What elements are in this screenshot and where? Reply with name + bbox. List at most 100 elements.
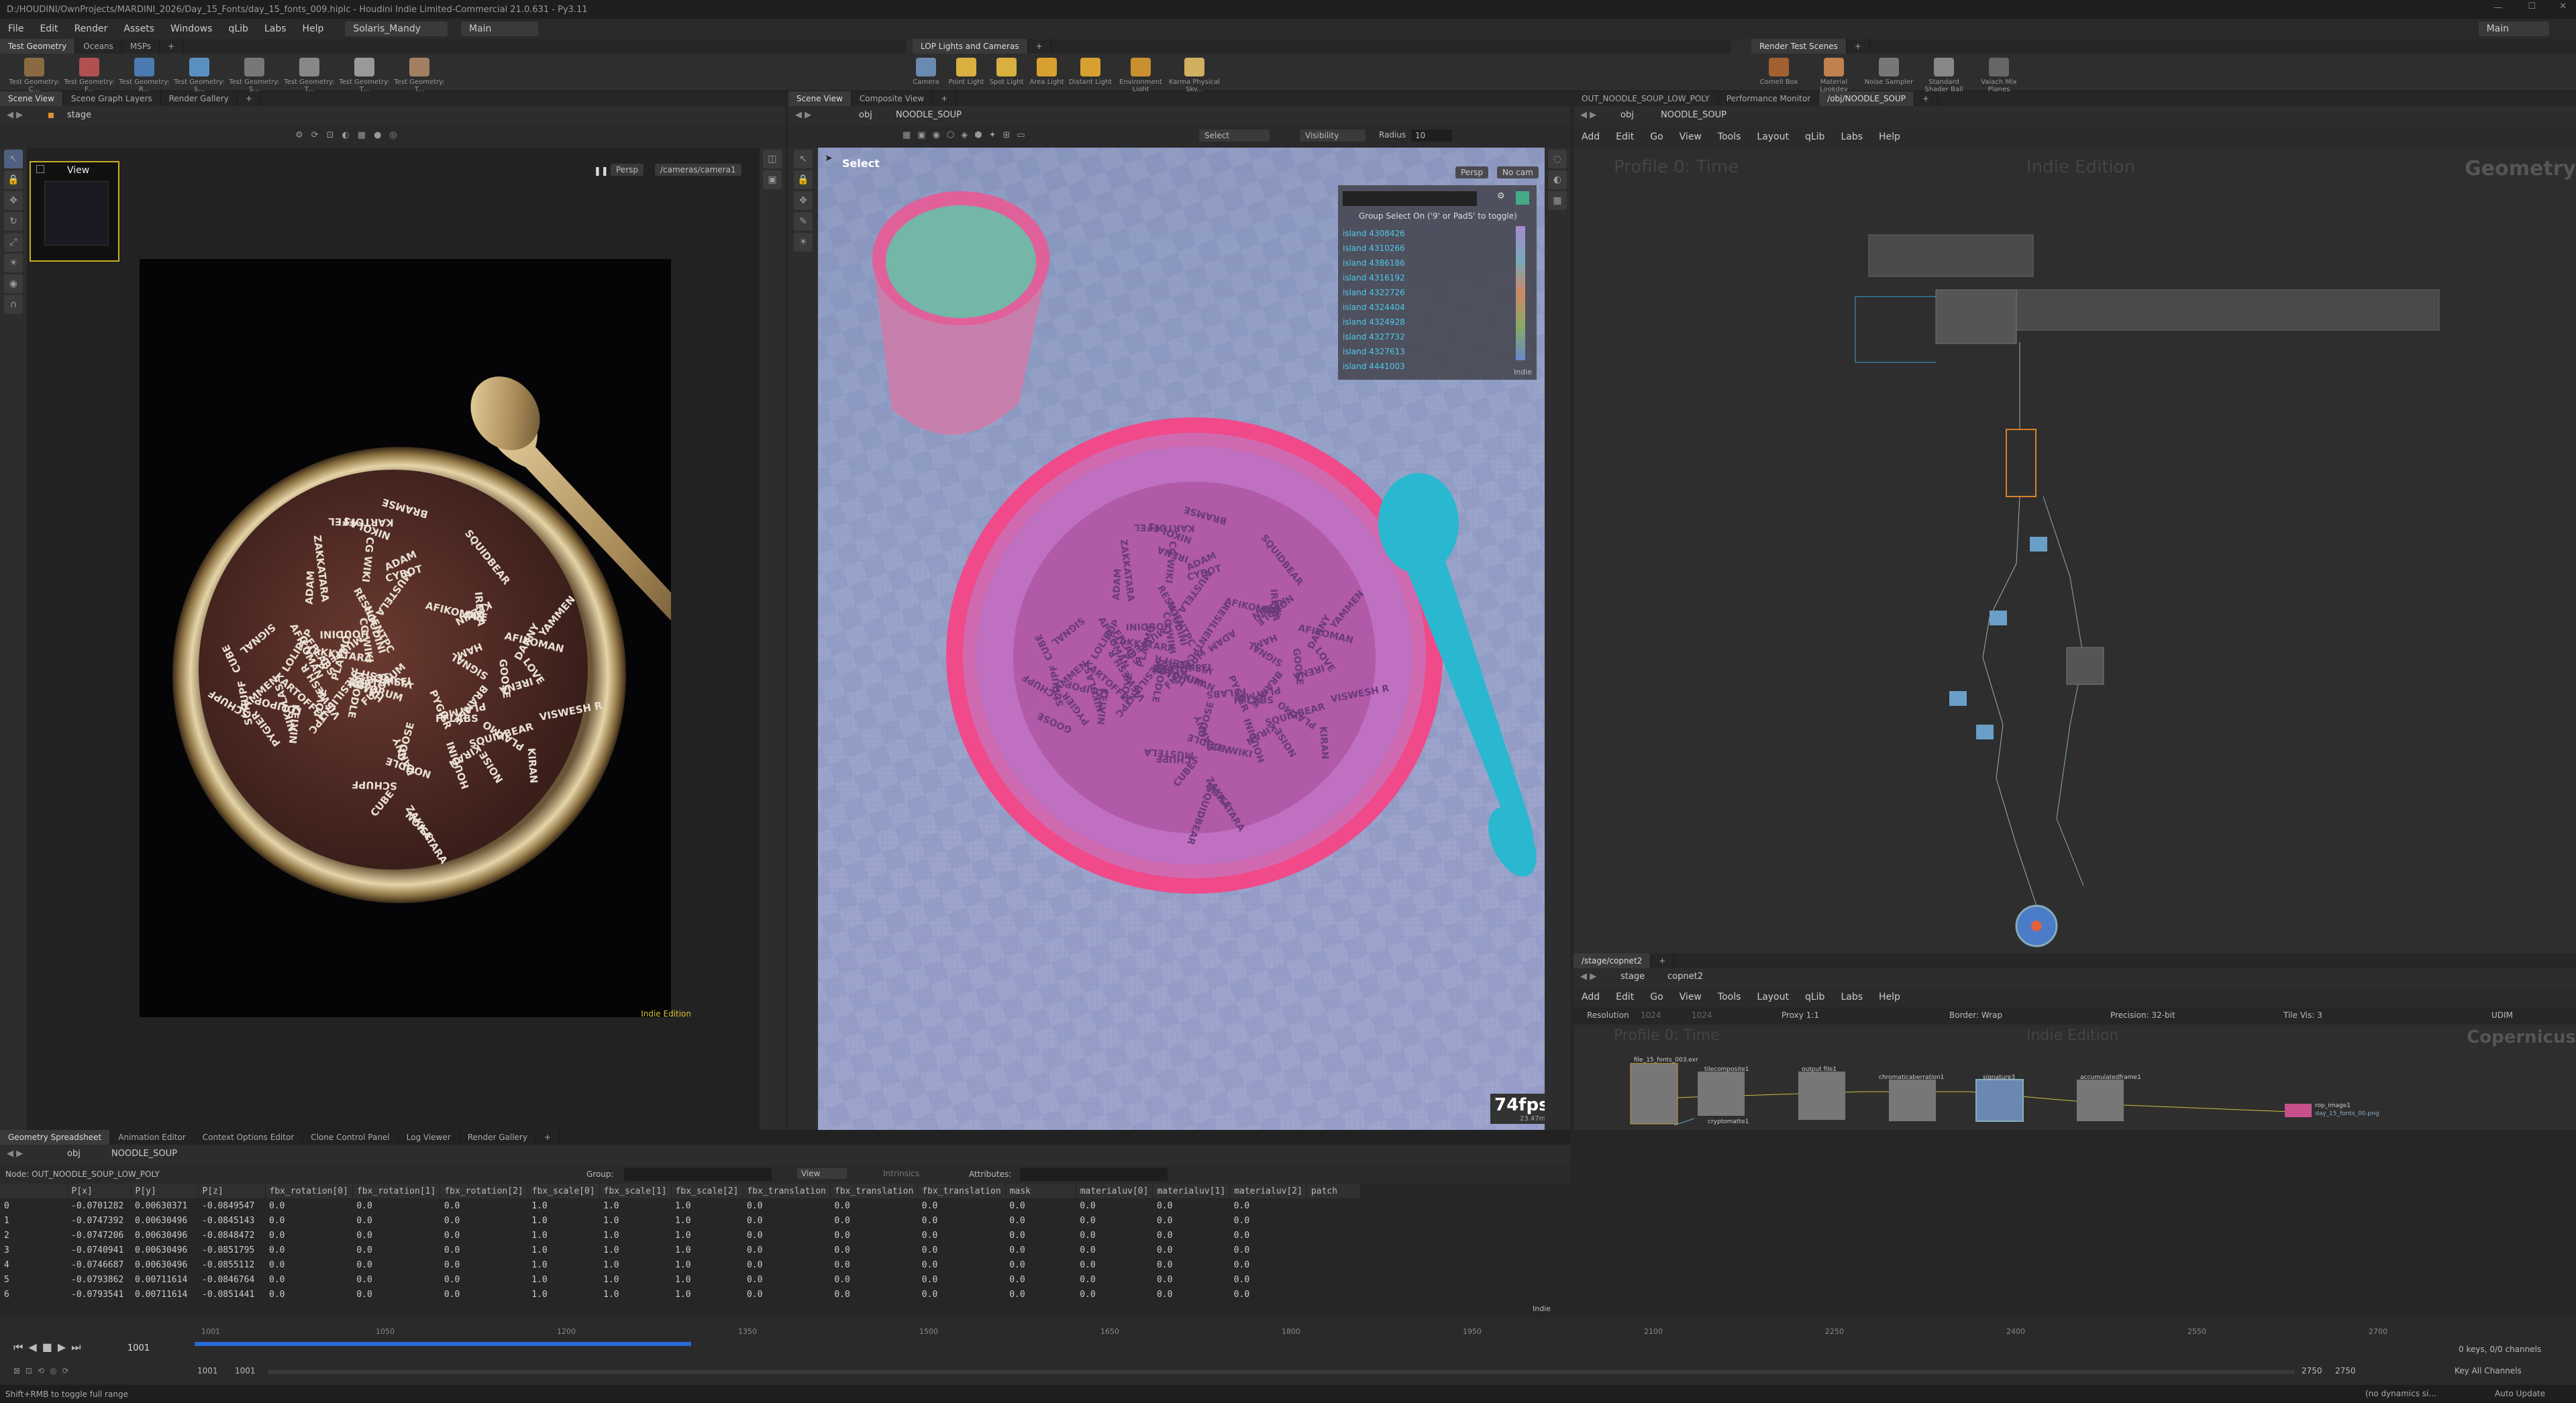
cop-node-cryptomatte[interactable]: cryptomatte1	[1708, 1119, 1749, 1125]
res-height[interactable]: 1024	[1692, 1010, 1712, 1020]
column-header[interactable]: fbx_rotation[2]	[440, 1184, 528, 1198]
island-item[interactable]: island 4324404	[1343, 300, 1513, 315]
cop-canvas[interactable]: Profile 0: Time Indie Edition Copernicus…	[1574, 1025, 2576, 1130]
rb-menu-qlib[interactable]: qLib	[1797, 992, 1833, 1002]
desktop-dropdown[interactable]: Solaris_Mandy	[345, 21, 448, 36]
view-thumbnail[interactable]: View	[30, 161, 119, 262]
rt-menu-edit[interactable]: Edit	[1608, 132, 1642, 142]
shelf-tab-test-geometry[interactable]: Test Geometry	[0, 39, 76, 54]
select-tool-mid-icon[interactable]: ↖	[794, 150, 813, 168]
tool-spot-light[interactable]: Spot Light	[986, 55, 1027, 93]
playback-buttons-icon[interactable]: ⏮◀■▶⏭	[13, 1341, 87, 1354]
ss-group-field[interactable]	[624, 1167, 772, 1181]
shelf-tab-msps[interactable]: MSPs	[122, 39, 160, 54]
maximize-icon[interactable]: ☐	[2528, 1, 2536, 11]
nocam-dropdown[interactable]: No cam	[1497, 166, 1539, 178]
tool-test-geo-r[interactable]: Test Geometry: R...	[117, 55, 172, 93]
current-frame[interactable]: 1001	[127, 1343, 150, 1353]
column-header[interactable]: mask	[1005, 1184, 1076, 1198]
auto-update[interactable]: Auto Update	[2495, 1389, 2545, 1398]
rt-menu-qlib[interactable]: qLib	[1797, 132, 1833, 142]
column-header[interactable]: fbx_scale[2]	[671, 1184, 743, 1198]
close-icon[interactable]: ✕	[2559, 1, 2567, 11]
column-header[interactable]: P[x]	[67, 1184, 132, 1198]
tool-noise-sampler[interactable]: Noise Sampler	[1861, 55, 1916, 93]
rb-menu-view[interactable]: View	[1671, 992, 1710, 1002]
select-dropdown[interactable]: Select	[1199, 129, 1270, 142]
cop-node-tilecomposite[interactable]: tilecomposite1	[1704, 1066, 1749, 1073]
rt-menu-layout[interactable]: Layout	[1749, 132, 1797, 142]
display-options-icon[interactable]: ◫	[763, 150, 782, 168]
dynamics-status[interactable]: (no dynamics si...	[2365, 1389, 2436, 1398]
workspace-dropdown[interactable]: Main	[2478, 21, 2549, 36]
table-row[interactable]: 3 -0.0740941 0.00630496 -0.0851795 0.0 0.0 0.0…	[0, 1243, 1360, 1257]
tab-add-rb[interactable]: +	[1651, 953, 1675, 968]
column-header[interactable]: fbx_translation	[742, 1184, 831, 1198]
udim-label[interactable]: UDIM	[2491, 1010, 2513, 1020]
tab-composite-view[interactable]: Composite View	[852, 91, 933, 106]
res-width[interactable]: 1024	[1641, 1010, 1661, 1020]
range-start[interactable]: 1001	[197, 1366, 218, 1375]
tab-render-gallery-ss[interactable]: Render Gallery	[460, 1130, 536, 1145]
rb-menu-labs[interactable]: Labs	[1833, 992, 1871, 1002]
snapshot-icon[interactable]: ▣	[763, 170, 782, 189]
tool-test-geo-t1[interactable]: Test Geometry: T...	[282, 55, 337, 93]
tool-point-light[interactable]: Point Light	[946, 55, 986, 93]
border-label[interactable]: Border: Wrap	[1949, 1010, 2002, 1020]
island-item[interactable]: island 4386186	[1343, 256, 1513, 270]
range-start2[interactable]: 1001	[235, 1366, 256, 1375]
visibility-dropdown[interactable]: Visibility	[1300, 129, 1366, 142]
selection-mode-icons[interactable]: ▦▣◉⬡◈⬢✦⊞▭	[903, 130, 1032, 140]
shelf-tab-render-test[interactable]: Render Test Scenes	[1751, 39, 1847, 54]
menu-render[interactable]: Render	[66, 23, 116, 34]
minimize-icon[interactable]: —	[2493, 3, 2502, 13]
tab-log-viewer[interactable]: Log Viewer	[399, 1130, 460, 1145]
range-tools-icon[interactable]: ⊠⊡⟲◎⟳	[13, 1366, 74, 1375]
tab-out-noodle[interactable]: OUT_NOODLE_SOUP_LOW_POLY	[1574, 91, 1718, 106]
ss-nav-arrows-icon[interactable]: ◀ ▶	[7, 1149, 23, 1159]
magnet-icon[interactable]: ∩	[4, 295, 23, 314]
tool-test-geo-s1[interactable]: Test Geometry: S...	[172, 55, 227, 93]
tab-add-ss[interactable]: +	[536, 1130, 560, 1145]
table-row[interactable]: 5 -0.0793862 0.00711614 -0.0846764 0.0 0.0 0.0…	[0, 1272, 1360, 1287]
rotate-tool-icon[interactable]: ↻	[4, 212, 23, 231]
rb-menu-edit[interactable]: Edit	[1608, 992, 1642, 1002]
tab-add-left[interactable]: +	[238, 91, 261, 106]
rb-menu-add[interactable]: Add	[1574, 992, 1608, 1002]
menu-edit[interactable]: Edit	[32, 23, 66, 34]
tab-animation-editor[interactable]: Animation Editor	[110, 1130, 195, 1145]
range-slider[interactable]	[268, 1370, 2295, 1374]
tool-mix-planes[interactable]: Vaiach Mix Planes	[1971, 55, 2026, 93]
island-item[interactable]: island 4327613	[1343, 344, 1513, 359]
tool-distant-light[interactable]: Distant Light	[1067, 55, 1114, 93]
brush-tool-icon[interactable]: ✎	[794, 212, 813, 231]
column-header[interactable]: materialuv[0]	[1076, 1184, 1153, 1198]
island-item[interactable]: island 4324928	[1343, 315, 1513, 329]
tool-cornell-box[interactable]: Cornell Box	[1751, 55, 1806, 93]
column-header[interactable]: fbx_rotation[1]	[352, 1184, 441, 1198]
menu-windows[interactable]: Windows	[162, 23, 221, 34]
cop-node-output[interactable]: output file1	[1802, 1066, 1837, 1073]
rb-menu-tools[interactable]: Tools	[1710, 992, 1749, 1002]
shading-icon[interactable]: ◐	[1548, 170, 1567, 189]
ghost-icon[interactable]: ◌	[1548, 150, 1567, 168]
tool-material-lookdev[interactable]: Material Lookdev	[1806, 55, 1861, 93]
tab-performance-monitor[interactable]: Performance Monitor	[1718, 91, 1820, 106]
column-header[interactable]	[0, 1184, 68, 1198]
column-header[interactable]: P[z]	[198, 1184, 266, 1198]
cop-node-accumulated[interactable]: accumulatedframe1	[2080, 1074, 2141, 1081]
back-arrow-icon[interactable]: ◀ ▶	[7, 110, 23, 120]
rt-menu-add[interactable]: Add	[1574, 132, 1608, 142]
rt-menu-labs[interactable]: Labs	[1833, 132, 1871, 142]
island-item[interactable]: island 4310266	[1343, 241, 1513, 256]
range-end2[interactable]: 2750	[2335, 1366, 2356, 1375]
column-header[interactable]: patch	[1306, 1184, 1361, 1198]
table-row[interactable]: 6 -0.0793541 0.00711614 -0.0851441 0.0 0.0 0.0…	[0, 1287, 1360, 1302]
light-tool-icon[interactable]: ☀	[4, 254, 23, 272]
timeline-bar[interactable]: 1001 1050 1200 1350 1500 1650 1800 1950 2100 2250…	[195, 1327, 2387, 1351]
rb-nav-arrows-icon[interactable]: ◀ ▶	[1580, 972, 1596, 982]
column-header[interactable]: fbx_translation	[917, 1184, 1006, 1198]
rb-path-stage[interactable]: stage	[1620, 972, 1645, 982]
pause-icon[interactable]: ❚❚	[594, 166, 609, 176]
persp-dropdown-mid[interactable]: Persp	[1455, 166, 1488, 178]
